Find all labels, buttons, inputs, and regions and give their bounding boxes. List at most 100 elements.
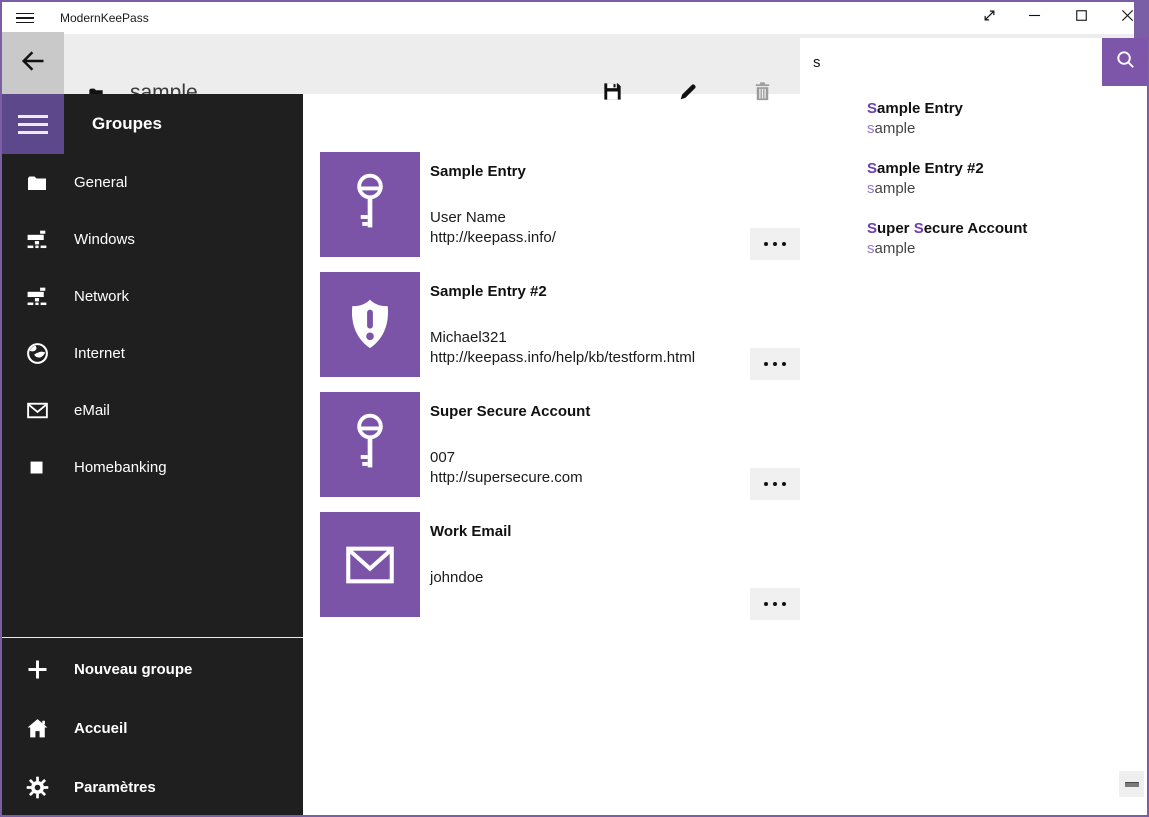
entry-detail: http://keepass.info/	[430, 228, 800, 248]
search-result-subtitle: sample	[867, 239, 1147, 259]
search-result-title: Sample Entry	[867, 99, 1147, 119]
globe-icon	[25, 341, 50, 366]
back-arrow-icon	[19, 47, 47, 80]
entry-detail: Michael321	[430, 328, 800, 348]
key-icon	[345, 171, 395, 239]
entry-row[interactable]: Work Email johndoe	[320, 512, 800, 632]
globe-icon	[24, 341, 50, 367]
folder-icon	[25, 171, 49, 195]
search-result[interactable]: Sample Entry #2sample	[867, 159, 1147, 219]
sidebar-item-label: Internet	[74, 345, 125, 362]
sidebar-item-label: Homebanking	[74, 459, 167, 476]
sidebar-divider	[2, 637, 303, 638]
groups-header: Groupes	[92, 94, 162, 154]
edit-icon	[677, 80, 700, 108]
minimize-button[interactable]	[1012, 2, 1056, 34]
navigation-pane: Groupes General Windows Network Internet eMa…	[2, 94, 303, 815]
entry-tile[interactable]	[320, 272, 420, 377]
entry-text: Work Email johndoe	[430, 522, 800, 588]
edit-button[interactable]	[674, 80, 702, 108]
back-button[interactable]	[2, 32, 64, 94]
home-icon	[25, 716, 50, 741]
entry-text: Sample Entry #2 Michael321http://keepass.…	[430, 282, 800, 368]
more-button[interactable]	[750, 588, 800, 620]
plus-icon	[24, 657, 50, 683]
sidebar-item-label: General	[74, 174, 127, 191]
sidebar-item-email[interactable]: eMail	[2, 382, 303, 439]
save-button[interactable]	[598, 80, 626, 108]
mail-outline-icon	[25, 398, 50, 423]
sidebar-item-label: Paramètres	[74, 779, 156, 796]
entry-detail: http://keepass.info/help/kb/testform.htm…	[430, 348, 800, 368]
search-result[interactable]: Super Secure Accountsample	[867, 219, 1147, 279]
delete-icon	[751, 80, 774, 108]
sidebar-footer: Nouveau groupe Accueil Paramètres	[2, 640, 303, 817]
entry-title: Work Email	[430, 522, 800, 542]
sidebar-item-label: Windows	[74, 231, 135, 248]
home-icon	[24, 716, 50, 742]
sidebar-item-nouveau-groupe[interactable]: Nouveau groupe	[2, 640, 303, 699]
sidebar-item-label: Nouveau groupe	[74, 661, 192, 678]
network-icon	[24, 227, 50, 253]
entry-row[interactable]: Sample Entry #2 Michael321http://keepass.…	[320, 272, 800, 392]
fullscreen-button[interactable]	[967, 2, 1011, 34]
sidebar-item-label: Accueil	[74, 720, 127, 737]
minus-icon	[1125, 782, 1139, 787]
entry-text: Sample Entry User Namehttp://keepass.info…	[430, 162, 800, 248]
entry-tile[interactable]	[320, 392, 420, 497]
entry-title: Sample Entry	[430, 162, 800, 182]
search-suggestions-panel: Sample EntrysampleSample Entry #2sampleS…	[800, 86, 1147, 815]
sidebar-item-param-tres[interactable]: Paramètres	[2, 758, 303, 817]
sidebar-item-internet[interactable]: Internet	[2, 325, 303, 382]
menu-icon[interactable]	[16, 9, 34, 27]
entry-detail: User Name	[430, 208, 800, 228]
fullscreen-icon	[980, 6, 999, 30]
entry-row[interactable]: Sample Entry User Namehttp://keepass.info…	[320, 152, 800, 272]
search-icon	[1114, 48, 1137, 76]
entry-tile[interactable]	[320, 152, 420, 257]
hamburger-icon	[18, 115, 48, 134]
maximize-icon	[1072, 6, 1091, 30]
search-result-subtitle: sample	[867, 179, 1147, 199]
more-button[interactable]	[750, 228, 800, 260]
gear-icon	[24, 775, 50, 801]
search-result-title: Sample Entry #2	[867, 159, 1147, 179]
mail-outline-icon	[24, 398, 50, 424]
more-button[interactable]	[750, 468, 800, 500]
entry-tile[interactable]	[320, 512, 420, 617]
group-list: General Windows Network Internet eMail Homeba…	[2, 154, 303, 496]
more-button[interactable]	[750, 348, 800, 380]
gear-icon	[25, 775, 50, 800]
network-icon	[24, 284, 50, 310]
search-result[interactable]: Sample Entrysample	[867, 99, 1147, 159]
search-result-title: Super Secure Account	[867, 219, 1147, 239]
sidebar-item-general[interactable]: General	[2, 154, 303, 211]
entry-detail: johndoe	[430, 568, 800, 588]
entry-row[interactable]: Super Secure Account007http://supersecur…	[320, 392, 800, 512]
app-window: ModernKeePass sample	[0, 0, 1149, 817]
search-button[interactable]	[1102, 38, 1149, 86]
plus-icon	[24, 656, 51, 683]
save-icon	[601, 80, 624, 108]
zoom-out-button[interactable]	[1119, 771, 1144, 797]
sidebar-item-accueil[interactable]: Accueil	[2, 699, 303, 758]
delete-button[interactable]	[748, 80, 776, 108]
sidebar-item-windows[interactable]: Windows	[2, 211, 303, 268]
search-results-list: Sample EntrysampleSample Entry #2sampleS…	[867, 99, 1147, 279]
sidebar-item-label: Network	[74, 288, 129, 305]
key-icon	[345, 411, 395, 479]
title-bar: ModernKeePass	[2, 2, 1147, 34]
app-title: ModernKeePass	[60, 11, 149, 25]
search-input[interactable]	[800, 38, 1102, 86]
accent-corner	[1134, 2, 1147, 38]
sidebar-item-homebanking[interactable]: Homebanking	[2, 439, 303, 496]
entry-list: Sample EntryUser Namehttp://keepass.info…	[320, 152, 800, 632]
maximize-button[interactable]	[1059, 2, 1103, 34]
search-result-subtitle: sample	[867, 119, 1147, 139]
shield-alert-icon	[341, 296, 399, 354]
hamburger-button[interactable]	[2, 94, 64, 154]
entry-detail: http://supersecure.com	[430, 468, 800, 488]
sidebar-item-label: eMail	[74, 402, 110, 419]
sidebar-item-network[interactable]: Network	[2, 268, 303, 325]
entry-title: Sample Entry #2	[430, 282, 800, 302]
